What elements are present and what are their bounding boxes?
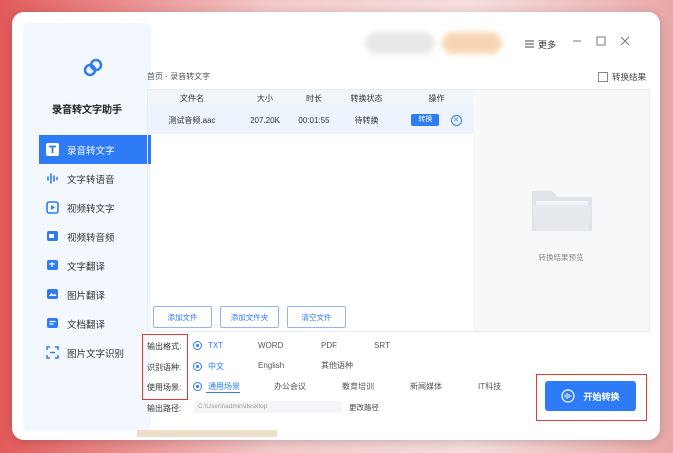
more-menu-button[interactable]: 更多 — [525, 38, 556, 51]
radio-selected-icon — [193, 341, 202, 350]
start-convert-button[interactable]: 开始转换 — [545, 381, 636, 411]
sidebar-item-text-translate[interactable]: 文字翻译 — [39, 251, 151, 280]
file-name: 测试音频.aac — [168, 115, 216, 125]
app-window: 录音转文字助手 录音转文字 文字转语音 视频转文字 视频转音频 文字翻译 图片翻… — [12, 12, 660, 440]
video-audio-icon — [45, 230, 59, 244]
sidebar: 录音转文字助手 录音转文字 文字转语音 视频转文字 视频转音频 文字翻译 图片翻… — [23, 23, 151, 431]
radio-selected-icon — [193, 382, 202, 391]
sidebar-item-document-translate[interactable]: 文档翻译 — [39, 309, 151, 338]
table-header: 文件名 大小 时长 转换状态 操作 — [148, 90, 474, 106]
preview-placeholder: 转换结果预览 — [538, 253, 584, 262]
recognition-language-label: 识别语种: — [147, 363, 182, 372]
menu-icon — [525, 40, 534, 50]
row-actions: 转换 ✕ — [399, 114, 474, 126]
delete-icon[interactable]: ✕ — [450, 114, 462, 126]
scene-label: 通用场景 — [208, 382, 240, 391]
header-status: 转换状态 — [350, 93, 383, 103]
sidebar-item-label: 视频转音频 — [67, 232, 115, 244]
scene-option-it[interactable]: IT科技 — [478, 381, 501, 392]
waveform-icon — [45, 172, 59, 186]
maximize-icon[interactable] — [594, 34, 608, 48]
add-folder-button[interactable]: 添加文件夹 — [220, 306, 279, 328]
image-translate-icon — [45, 288, 59, 302]
sidebar-item-audio-to-text[interactable]: 录音转文字 — [39, 135, 151, 164]
sidebar-item-video-to-text[interactable]: 视频转文字 — [39, 193, 151, 222]
file-table: 文件名 大小 时长 转换状态 操作 测试音频.aac 207.20K 00:01… — [147, 89, 475, 332]
sidebar-item-image-translate[interactable]: 图片翻译 — [39, 280, 151, 309]
blurred-user-info — [365, 32, 435, 54]
sidebar-item-label: 文字转语音 — [67, 174, 115, 186]
header-size: 大小 — [257, 93, 273, 103]
convert-button[interactable]: 转换 — [411, 114, 440, 126]
document-translate-icon — [45, 317, 59, 331]
file-button-row: 添加文件 添加文件夹 清空文件 — [153, 306, 354, 328]
breadcrumb: 首页 · 录音转文字 — [147, 72, 211, 81]
scene-option-education[interactable]: 教育培训 — [342, 381, 374, 392]
output-path-label: 输出路径: — [147, 404, 182, 413]
format-option-txt[interactable]: TXT — [193, 341, 223, 350]
sidebar-item-label: 文字翻译 — [67, 261, 106, 273]
sidebar-item-label: 录音转文字 — [67, 145, 115, 157]
folder-result-icon — [598, 72, 608, 82]
ocr-icon — [45, 346, 59, 360]
blurred-vip-badge[interactable] — [442, 32, 502, 54]
sidebar-item-label: 视频转文字 — [67, 203, 115, 215]
app-name: 录音转文字助手 — [52, 105, 122, 116]
sidebar-item-label: 图片翻译 — [67, 290, 106, 302]
header-duration: 时长 — [306, 93, 322, 103]
minimize-icon[interactable] — [570, 34, 584, 48]
table-row[interactable]: 测试音频.aac 207.20K 00:01:55 待转换 转换 ✕ — [148, 106, 474, 134]
sidebar-item-text-to-speech[interactable]: 文字转语音 — [39, 164, 151, 193]
usage-scene-label: 使用场景: — [147, 383, 182, 392]
sidebar-nav: 录音转文字 文字转语音 视频转文字 视频转音频 文字翻译 图片翻译 文档翻译 图… — [39, 135, 151, 367]
scene-option-meeting[interactable]: 办公会议 — [274, 381, 306, 392]
format-option-word[interactable]: WORD — [258, 341, 283, 350]
more-label: 更多 — [538, 40, 557, 50]
scene-option-news[interactable]: 新闻媒体 — [410, 381, 442, 392]
conversion-results-link[interactable]: 转换结果 — [598, 71, 646, 83]
file-size: 207.20K — [250, 115, 280, 125]
file-duration: 00:01:55 — [298, 115, 330, 125]
sidebar-item-label: 文档翻译 — [67, 319, 106, 331]
scene-selected-underline — [206, 392, 240, 393]
close-icon[interactable] — [618, 34, 632, 48]
sidebar-item-label: 图片文字识别 — [67, 348, 125, 360]
format-option-pdf[interactable]: PDF — [321, 341, 337, 350]
language-option-chinese[interactable]: 中文 — [193, 361, 224, 372]
clear-files-button[interactable]: 清空文件 — [287, 306, 346, 328]
sidebar-item-image-ocr[interactable]: 图片文字识别 — [39, 338, 151, 367]
change-path-button[interactable]: 更改路径 — [349, 402, 379, 413]
language-label: 中文 — [208, 362, 224, 371]
conversion-results-label: 转换结果 — [612, 72, 647, 82]
translate-icon — [45, 259, 59, 273]
add-file-button[interactable]: 添加文件 — [153, 306, 212, 328]
header-filename: 文件名 — [180, 93, 204, 103]
radio-selected-icon — [193, 362, 202, 371]
sidebar-item-video-to-audio[interactable]: 视频转音频 — [39, 222, 151, 251]
format-label: TXT — [208, 341, 224, 350]
text-T-icon — [45, 143, 59, 157]
file-status: 待转换 — [354, 115, 379, 125]
audio-convert-icon — [561, 389, 576, 403]
folder-icon — [532, 191, 592, 231]
taskbar-fragment — [137, 430, 277, 437]
language-option-other[interactable]: 其他语种 — [321, 360, 353, 371]
scene-option-general[interactable]: 通用场景 — [193, 381, 240, 392]
app-logo-icon — [83, 58, 103, 77]
preview-panel: 转换结果预览 — [473, 89, 650, 332]
output-format-label: 输出格式: — [147, 342, 182, 351]
output-path-field[interactable]: C:\Users\admin\desktop — [194, 401, 342, 413]
format-option-srt[interactable]: SRT — [374, 341, 390, 350]
language-option-english[interactable]: English — [258, 361, 284, 370]
start-convert-label: 开始转换 — [583, 391, 620, 402]
header-action: 操作 — [428, 93, 445, 103]
video-play-icon — [45, 201, 59, 215]
